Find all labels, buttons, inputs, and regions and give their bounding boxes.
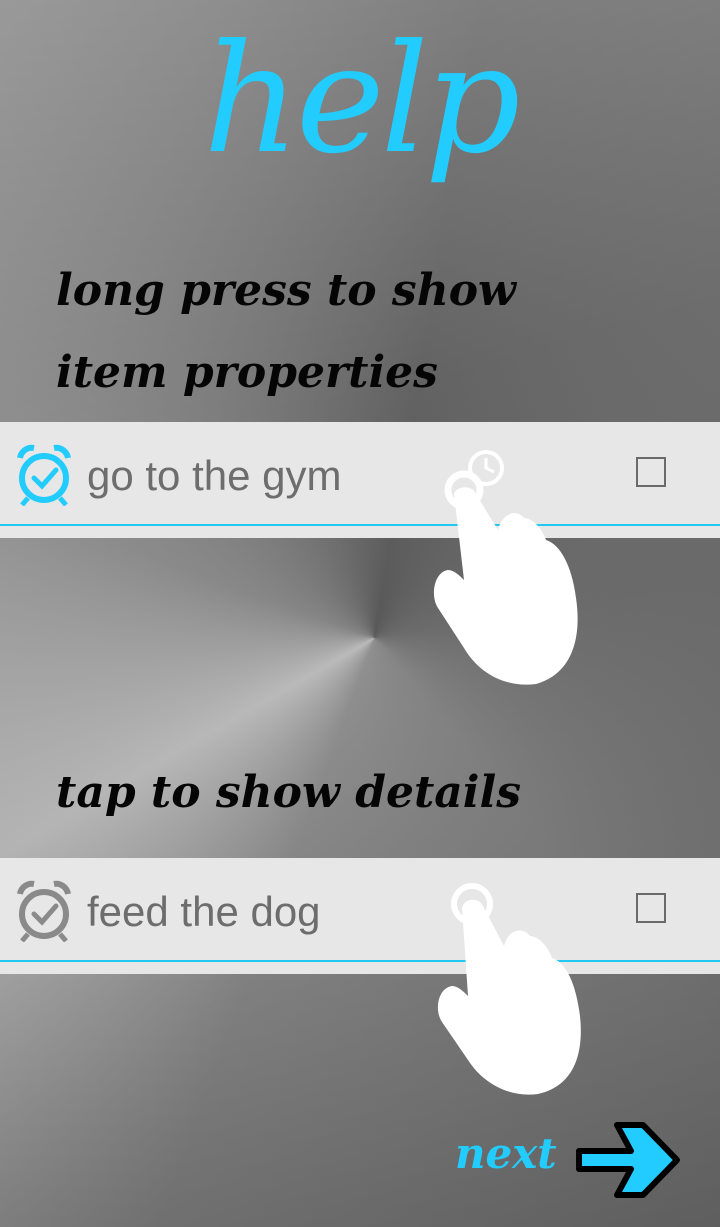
hint-long-press: long press to show item properties bbox=[56, 265, 516, 398]
alarm-clock-icon bbox=[17, 880, 71, 942]
list-item-label: feed the dog bbox=[87, 888, 321, 935]
alarm-clock-icon bbox=[17, 444, 71, 506]
tap-hand-icon bbox=[437, 883, 581, 1095]
list-item-label: go to the gym bbox=[87, 452, 342, 499]
next-label: next bbox=[455, 1129, 557, 1178]
long-press-hand-icon bbox=[433, 450, 578, 685]
item-checkbox[interactable] bbox=[636, 457, 666, 487]
next-button[interactable]: next bbox=[455, 1115, 695, 1205]
list-item[interactable]: feed the dog bbox=[0, 858, 720, 974]
hint-tap: tap to show details bbox=[56, 767, 522, 818]
arrow-right-icon bbox=[576, 1122, 680, 1198]
item-checkbox[interactable] bbox=[636, 893, 666, 923]
list-item[interactable]: go to the gym bbox=[0, 422, 720, 538]
page-title: help bbox=[203, 13, 520, 187]
